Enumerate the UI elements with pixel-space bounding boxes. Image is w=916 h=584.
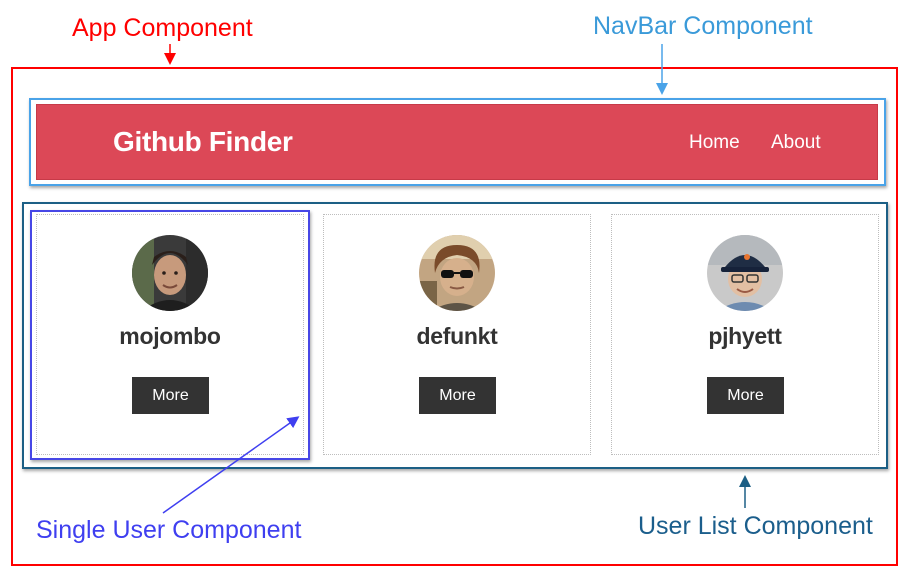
- user-list-component-label: User List Component: [638, 512, 873, 540]
- annotation-arrows: [162, 44, 751, 514]
- single-user-component-arrow: [162, 416, 300, 514]
- single-user-component-label: Single User Component: [36, 516, 302, 544]
